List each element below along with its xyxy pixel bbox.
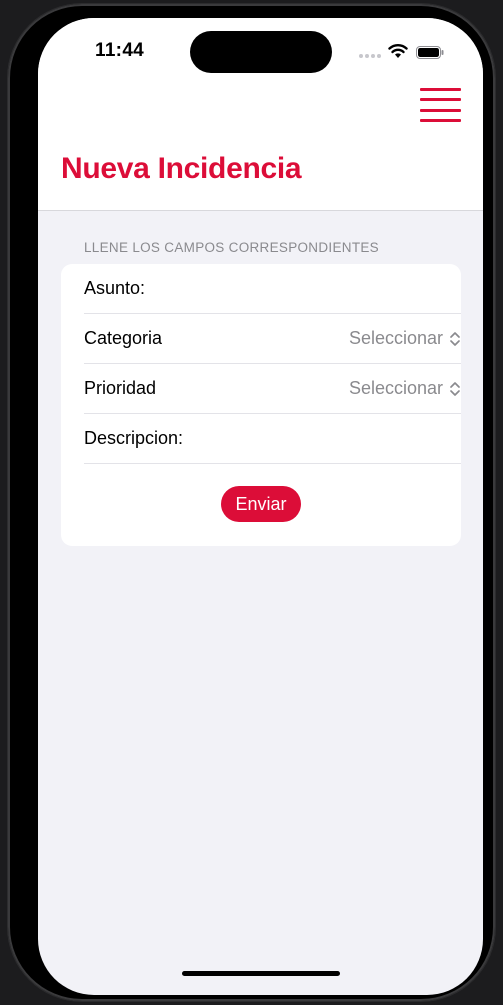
enviar-button[interactable]: Enviar: [221, 486, 301, 522]
prioridad-label: Prioridad: [84, 378, 157, 398]
chevron-up-down-icon: [450, 331, 460, 346]
device-frame: 11:44 Nueva Incidencia LLENE LOS CAMPOS …: [8, 4, 495, 1001]
form-card: Asunto: Categoria Seleccionar Prioridad …: [61, 264, 461, 546]
asunto-label: Asunto:: [84, 278, 146, 298]
hamburger-menu-icon[interactable]: [420, 86, 461, 123]
chevron-up-down-icon: [450, 381, 460, 396]
screen: 11:44 Nueva Incidencia LLENE LOS CAMPOS …: [38, 18, 483, 995]
prioridad-picker[interactable]: Prioridad Seleccionar: [84, 364, 461, 414]
wifi-icon: [388, 44, 408, 58]
battery-icon: [416, 46, 444, 59]
prioridad-value: Seleccionar: [348, 378, 443, 398]
asunto-field[interactable]: Asunto:: [84, 264, 461, 314]
descripcion-label: Descripcion:: [84, 428, 184, 448]
page-title: Nueva Incidencia: [61, 152, 302, 185]
section-header: LLENE LOS CAMPOS CORRESPONDIENTES: [84, 240, 379, 255]
categoria-value: Seleccionar: [348, 328, 443, 348]
categoria-label: Categoria: [84, 328, 163, 348]
signal-icon: [359, 52, 383, 58]
status-time: 11:44: [95, 40, 145, 61]
dynamic-island: [190, 31, 332, 73]
prioridad-select[interactable]: Seleccionar: [349, 378, 461, 399]
home-indicator[interactable]: [182, 971, 340, 976]
descripcion-field[interactable]: Descripcion:: [84, 414, 461, 464]
categoria-select[interactable]: Seleccionar: [349, 328, 461, 349]
categoria-picker[interactable]: Categoria Seleccionar: [84, 314, 461, 364]
navigation-header: 11:44 Nueva Incidencia: [38, 18, 483, 211]
